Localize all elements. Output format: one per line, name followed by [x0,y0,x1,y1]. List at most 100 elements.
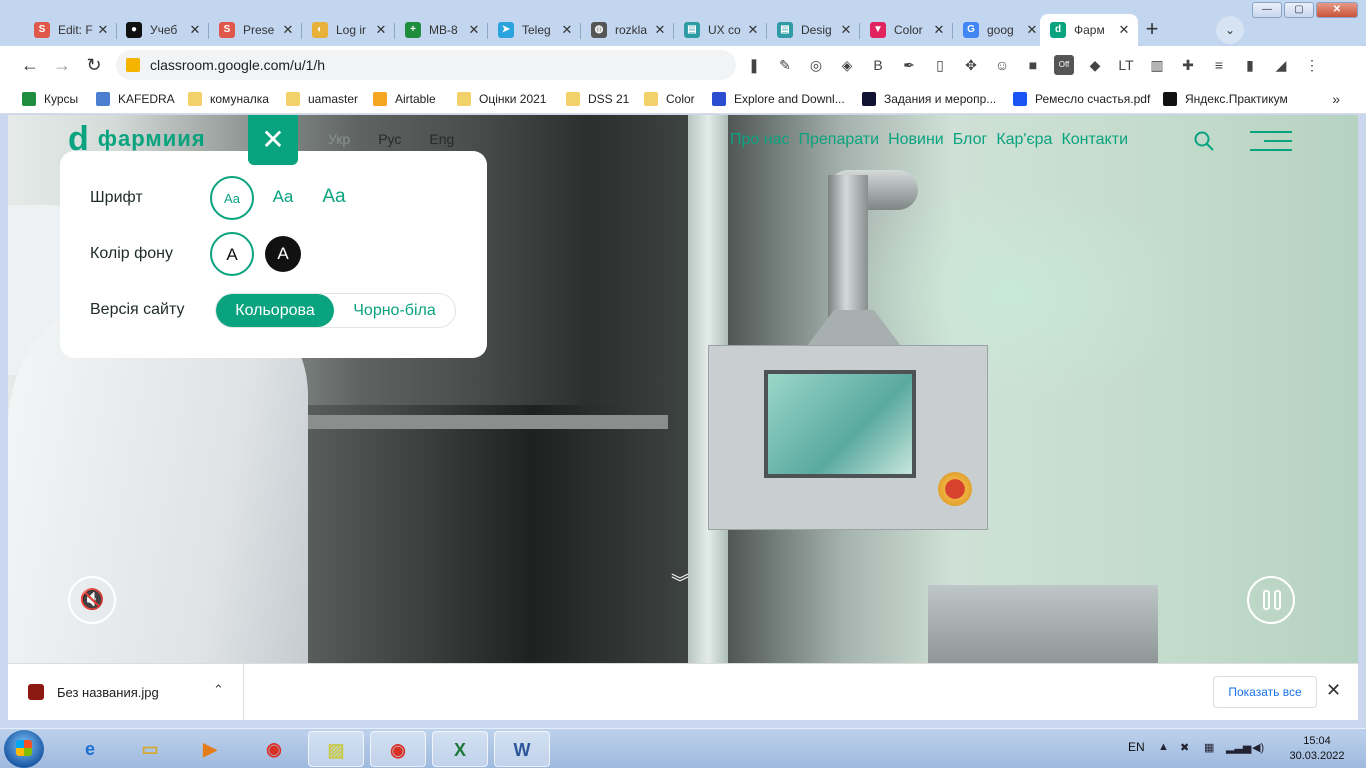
extension-icon[interactable]: ◢ [1271,55,1291,75]
extension-icon[interactable]: ☺ [992,55,1012,75]
lang-eng[interactable]: Eng [429,131,454,147]
extension-icon[interactable]: ✥ [961,55,981,75]
nav-blog[interactable]: Блог [953,131,988,149]
nav-news[interactable]: Новини [888,131,944,149]
tab[interactable]: S Edit: F ✕ [24,14,117,46]
bookmark-item[interactable]: uamaster [286,90,358,108]
chevron-up-icon[interactable]: ⌃ [213,682,224,698]
bookmark-item[interactable]: KAFEDRA [96,90,175,108]
light-background-option[interactable]: A [210,232,254,276]
reload-button[interactable]: ↻ [82,53,106,77]
back-button[interactable]: ← [18,53,42,77]
tab-close-icon[interactable]: ✕ [1116,22,1132,38]
taskbar-app-excel[interactable]: X [432,731,488,767]
lang-rus[interactable]: Рус [378,131,401,147]
font-size-medium-option[interactable]: Aa [261,176,305,220]
start-button[interactable] [4,730,44,768]
extension-icon[interactable]: ⋮ [1302,55,1322,75]
download-filename[interactable]: Без названия.jpg [57,685,159,700]
bookmark-item[interactable]: DSS 21 [566,90,629,108]
extension-icon[interactable]: ❚ [744,55,764,75]
bookmark-item[interactable]: комуналка [188,90,269,108]
download-item[interactable]: Без названия.jpg ⌃ [8,664,244,721]
tray-icon[interactable]: ◀) [1252,741,1266,755]
minimize-button[interactable]: — [1252,2,1282,18]
scroll-down-icon[interactable]: ︾ [670,574,690,592]
dark-background-option[interactable]: A [265,236,301,272]
close-window-button[interactable]: ✕ [1316,2,1358,18]
taskbar-app-sticky-notes[interactable]: ▨ [308,731,364,767]
tab[interactable]: ◍ rozkla ✕ [581,14,674,46]
a11y-close-button[interactable]: ✕ [248,115,298,165]
taskbar-app-chrome[interactable]: ◉ [246,731,302,767]
tab[interactable]: ◐ Log ir ✕ [302,14,395,46]
tab[interactable]: ▤ Desig ✕ [767,14,860,46]
taskbar-app-explorer[interactable]: ▭ [122,731,178,767]
nav-products[interactable]: Препарати [798,131,879,149]
tab[interactable]: + MB-8 ✕ [395,14,488,46]
tab-close-icon[interactable]: ✕ [559,22,575,38]
tray-icon[interactable]: ▂▃▅ [1226,741,1251,755]
maximize-button[interactable]: ▢ [1284,2,1314,18]
taskbar-app-media-player[interactable]: ▶ [182,731,238,767]
tab[interactable]: ● Учеб ✕ [116,14,209,46]
forward-button[interactable]: → [50,53,74,77]
tab-close-icon[interactable]: ✕ [931,22,947,38]
close-download-bar-button[interactable]: ✕ [1326,680,1341,701]
extension-icon[interactable]: ▯ [930,55,950,75]
pause-button[interactable] [1247,576,1295,624]
tab-close-icon[interactable]: ✕ [95,22,111,38]
tab-close-icon[interactable]: ✕ [466,22,482,38]
extension-icon[interactable]: ◆ [1085,55,1105,75]
bookmark-item[interactable]: Курсы [22,90,78,108]
nav-contacts[interactable]: Контакти [1061,131,1128,149]
extension-icon[interactable]: B [868,55,888,75]
color-version-option[interactable]: Кольорова [216,294,334,327]
tab[interactable]: Ggoog ✕ [953,14,1046,46]
extension-icon[interactable]: ✎ [775,55,795,75]
extension-icon[interactable]: ▮ [1240,55,1260,75]
bookmark-item[interactable]: Color [644,90,695,108]
tab[interactable]: ▼ Color ✕ [860,14,953,46]
system-clock[interactable]: 15:04 30.03.2022 [1286,734,1348,764]
nav-about[interactable]: Про нас [730,131,789,149]
tab[interactable]: ▤ UX co ✕ [674,14,767,46]
taskbar-app-chrome-active[interactable]: ◉ [370,731,426,767]
font-size-large-option[interactable]: Aa [312,176,356,220]
bookmark-item[interactable]: Задания и меропр... [862,90,996,108]
extension-icon[interactable]: ■ [1023,55,1043,75]
url-text[interactable]: classroom.google.com/u/1/h [150,57,325,73]
tab-close-icon[interactable]: ✕ [745,22,761,38]
lang-ukr[interactable]: Укр [328,131,350,147]
tab-close-icon[interactable]: ✕ [373,22,389,38]
extension-icon[interactable]: ≡ [1209,55,1229,75]
bookmark-item[interactable]: Ремесло счастья.pdf [1013,90,1150,108]
extension-icon[interactable]: LT [1116,55,1136,75]
taskbar-app-ie[interactable]: e [62,731,118,767]
extension-icon[interactable]: ▥ [1147,55,1167,75]
bookmark-item[interactable]: Оцінки 2021 [457,90,546,108]
nav-career[interactable]: Кар'єра [996,131,1052,149]
address-bar[interactable]: classroom.google.com/u/1/h [116,50,736,80]
menu-icon[interactable] [1250,131,1292,151]
extension-icon[interactable]: Off [1054,55,1074,75]
tab-search-button[interactable]: ⌄ [1216,16,1244,44]
tray-icon[interactable]: ✖ [1180,741,1194,755]
tab-close-icon[interactable]: ✕ [1024,22,1040,38]
bookmarks-overflow-button[interactable]: » [1332,91,1340,107]
show-all-downloads-button[interactable]: Показать все [1213,676,1317,708]
extension-icon[interactable]: ✚ [1178,55,1198,75]
bookmark-item[interactable]: Airtable [373,90,436,108]
font-size-small-option[interactable]: Aa [210,176,254,220]
search-icon[interactable] [1194,131,1214,151]
tray-icon[interactable]: ▦ [1204,741,1218,755]
extension-icon[interactable]: ◈ [837,55,857,75]
tray-icon[interactable]: ▲ [1158,741,1172,755]
bookmark-item[interactable]: Яндекс.Практикум [1163,90,1288,108]
tab-close-icon[interactable]: ✕ [838,22,854,38]
mute-button[interactable]: 🔇 [68,576,116,624]
tab[interactable]: d Фарм ✕ [1040,14,1138,46]
tab-close-icon[interactable]: ✕ [187,22,203,38]
extension-icon[interactable]: ◎ [806,55,826,75]
tab[interactable]: ➤ Teleg ✕ [488,14,581,46]
